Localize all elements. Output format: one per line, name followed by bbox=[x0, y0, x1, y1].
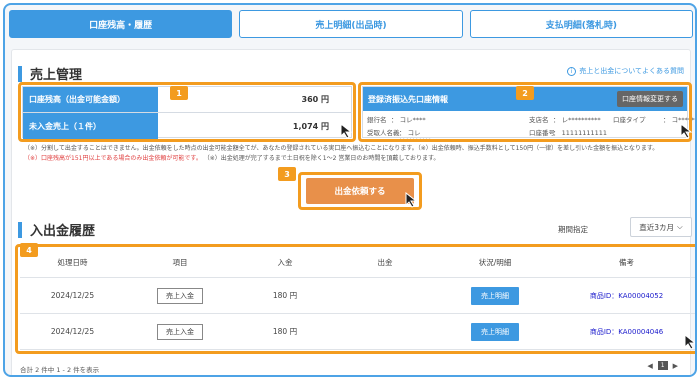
result-count: 合計 2 件中 1 - 2 件を表示 bbox=[20, 366, 100, 374]
chevron-down-icon: ⌵ bbox=[677, 222, 683, 231]
cursor-icon bbox=[680, 123, 693, 139]
note-line-1: （※）分割して出金することはできません。出金依頼をした時点の出金可能金額全てが、… bbox=[24, 145, 659, 152]
section-accent-bar bbox=[18, 221, 22, 238]
tab-payment-details[interactable]: 支払明細(落札時) bbox=[469, 10, 693, 38]
step-badge-3: 3 bbox=[278, 167, 296, 181]
cursor-icon bbox=[340, 123, 353, 139]
highlight-history bbox=[15, 244, 695, 354]
info-icon: i bbox=[567, 66, 577, 76]
note-warning: （※）口座残高が151円以上である場合のみ出金依頼が可能です。 bbox=[24, 155, 202, 162]
highlight-request bbox=[298, 172, 422, 210]
section-accent-bar bbox=[18, 65, 22, 82]
faq-link[interactable]: i 売上と出金についてよくある質問 bbox=[567, 66, 684, 76]
period-label: 期間指定 bbox=[558, 225, 588, 234]
current-page[interactable]: 1 bbox=[657, 361, 668, 370]
step-badge-4: 4 bbox=[20, 243, 38, 257]
pagination: ◀ 1 ▶ bbox=[647, 361, 678, 370]
step-badge-1: 1 bbox=[170, 86, 188, 100]
main-panel: 売上管理 i 売上と出金についてよくある質問 口座残高（出金可能金額） 360 … bbox=[11, 49, 695, 375]
cursor-icon bbox=[684, 334, 695, 350]
faq-label: 売上と出金についてよくある質問 bbox=[579, 67, 684, 75]
notes: （※）分割して出金することはできません。出金依頼をした時点の出金可能金額全てが、… bbox=[24, 144, 684, 164]
period-select[interactable]: 直近3カ月 ⌵ bbox=[630, 217, 692, 237]
note-line-2: （※）口座残高が151円以上である場合のみ出金依頼が可能です。 （※）出金処理が… bbox=[24, 154, 684, 164]
sales-section-title: 売上管理 bbox=[18, 64, 82, 83]
period-value: 直近3カ月 bbox=[639, 222, 675, 232]
app-frame: 口座残高・履歴 売上明細(出品時) 支払明細(落札時) 売上管理 i 売上と出金… bbox=[3, 3, 697, 377]
note-processing: （※）出金処理が完了するまで土日祝を除く1～2 営業日のお時間を頂戴しております… bbox=[203, 155, 440, 162]
next-page-icon[interactable]: ▶ bbox=[673, 362, 678, 370]
history-section-title: 入出金履歴 bbox=[18, 220, 95, 239]
step-badge-2: 2 bbox=[516, 86, 534, 100]
tab-sales-details[interactable]: 売上明細(出品時) bbox=[239, 10, 463, 38]
history-title: 入出金履歴 bbox=[30, 224, 96, 239]
cursor-icon bbox=[405, 192, 418, 208]
tab-balance-history[interactable]: 口座残高・履歴 bbox=[9, 10, 233, 38]
tab-bar: 口座残高・履歴 売上明細(出品時) 支払明細(落札時) bbox=[9, 10, 693, 38]
sales-title: 売上管理 bbox=[30, 68, 83, 83]
prev-page-icon[interactable]: ◀ bbox=[647, 362, 652, 370]
